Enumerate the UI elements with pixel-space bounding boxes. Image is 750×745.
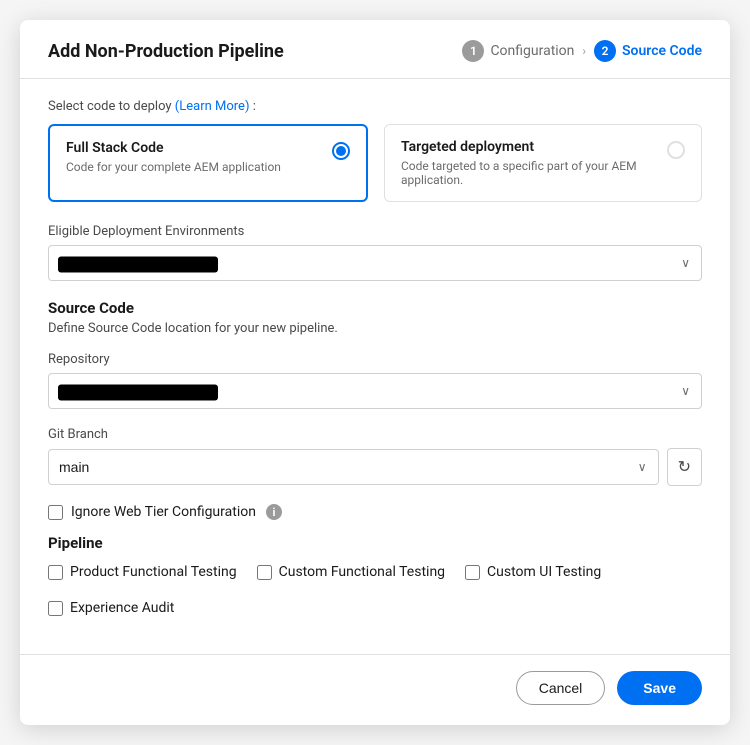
breadcrumb: 1 Configuration › 2 Source Code [462,40,702,62]
deployment-environments-select[interactable] [48,245,702,281]
code-selection-label: Select code to deploy (Learn More) : [48,99,702,114]
git-branch-label: Git Branch [48,427,702,442]
repository-select[interactable] [48,373,702,409]
deployment-environments-wrapper: ∨ [48,245,702,281]
git-branch-group: Git Branch main ∨ ↻ [48,427,702,486]
pipeline-section: Pipeline Product Functional Testing Cust… [48,534,702,616]
repository-label: Repository [48,352,702,367]
full-stack-title: Full Stack Code [66,140,320,156]
pipeline-checkboxes: Product Functional Testing Custom Functi… [48,564,702,616]
cancel-button[interactable]: Cancel [516,671,606,705]
dialog-footer: Cancel Save [20,654,730,725]
breadcrumb-step-1: 1 Configuration [462,40,574,62]
refresh-icon: ↻ [678,457,691,477]
git-branch-refresh-button[interactable]: ↻ [667,448,702,486]
radio-dot-inner [336,146,346,156]
full-stack-option[interactable]: Full Stack Code Code for your complete A… [48,124,368,202]
targeted-radio[interactable] [667,141,685,159]
product-functional-checkbox[interactable] [48,565,63,580]
dialog-body: Select code to deploy (Learn More) : Ful… [20,79,730,654]
add-pipeline-dialog: Add Non-Production Pipeline 1 Configurat… [20,20,730,725]
save-button[interactable]: Save [617,671,702,705]
experience-audit-label: Experience Audit [70,600,174,616]
pipeline-item-experience-audit: Experience Audit [48,600,174,616]
git-branch-row: main ∨ ↻ [48,448,702,486]
full-stack-radio[interactable] [332,142,350,160]
targeted-text: Targeted deployment Code targeted to a s… [401,139,655,187]
source-code-description: Define Source Code location for your new… [48,321,702,336]
breadcrumb-step-2: 2 Source Code [594,40,702,62]
custom-functional-label: Custom Functional Testing [279,564,445,580]
custom-functional-checkbox[interactable] [257,565,272,580]
step-2-label: Source Code [622,43,702,59]
pipeline-item-custom-functional: Custom Functional Testing [257,564,445,580]
product-functional-label: Product Functional Testing [70,564,237,580]
code-options: Full Stack Code Code for your complete A… [48,124,702,202]
ignore-web-tier-checkbox[interactable] [48,505,63,520]
pipeline-item-custom-ui: Custom UI Testing [465,564,601,580]
custom-ui-checkbox[interactable] [465,565,480,580]
breadcrumb-arrow: › [582,44,586,58]
pipeline-title: Pipeline [48,534,702,552]
ignore-web-tier-info-icon: i [266,504,282,520]
step-1-label: Configuration [490,43,574,59]
dialog-title: Add Non-Production Pipeline [48,41,284,62]
ignore-web-tier-label: Ignore Web Tier Configuration [71,504,256,520]
git-branch-wrapper: main ∨ [48,449,659,485]
repository-group: Repository ∨ [48,352,702,409]
step-2-circle: 2 [594,40,616,62]
experience-audit-checkbox[interactable] [48,601,63,616]
source-code-title: Source Code [48,299,702,317]
step-1-circle: 1 [462,40,484,62]
dialog-header: Add Non-Production Pipeline 1 Configurat… [20,20,730,79]
pipeline-item-product-functional: Product Functional Testing [48,564,237,580]
deployment-environments-label: Eligible Deployment Environments [48,224,702,239]
full-stack-desc: Code for your complete AEM application [66,160,320,174]
deployment-environments-group: Eligible Deployment Environments ∨ [48,224,702,281]
targeted-title: Targeted deployment [401,139,655,155]
full-stack-text: Full Stack Code Code for your complete A… [66,140,320,174]
custom-ui-label: Custom UI Testing [487,564,601,580]
ignore-web-tier-row: Ignore Web Tier Configuration i [48,504,702,520]
learn-more-link[interactable]: (Learn More) [175,99,250,114]
repository-wrapper: ∨ [48,373,702,409]
source-code-section: Source Code Define Source Code location … [48,299,702,486]
targeted-deployment-option[interactable]: Targeted deployment Code targeted to a s… [384,124,702,202]
git-branch-select[interactable]: main [48,449,659,485]
targeted-desc: Code targeted to a specific part of your… [401,159,655,187]
